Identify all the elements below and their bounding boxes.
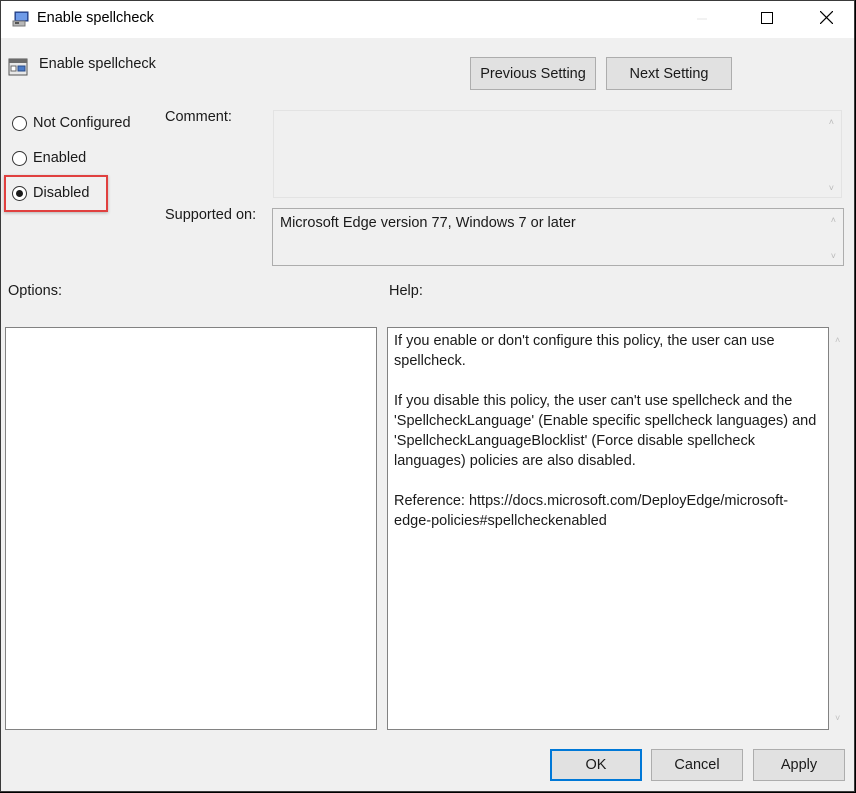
radio-disabled[interactable]: Disabled	[12, 185, 89, 201]
radio-not-configured[interactable]: Not Configured	[12, 115, 131, 131]
radio-label: Disabled	[33, 185, 90, 201]
help-paragraph: Reference: https://docs.microsoft.com/De…	[394, 493, 789, 529]
scroll-up-icon[interactable]: ˄	[831, 215, 836, 225]
policy-dialog-window: Enable spellcheck Enable spellcheck Prev…	[0, 0, 855, 792]
maximize-icon	[761, 11, 773, 28]
help-text: If you enable or don't configure this po…	[394, 331, 822, 551]
radio-button[interactable]	[12, 115, 27, 131]
comment-label: Comment:	[165, 109, 232, 125]
group-policy-computer-icon	[12, 10, 30, 28]
close-button[interactable]	[803, 1, 849, 38]
previous-setting-button[interactable]: Previous Setting	[470, 57, 596, 90]
options-panel	[5, 327, 377, 730]
policy-setting-icon	[8, 57, 28, 77]
help-scroll-up-icon[interactable]: ˄	[835, 335, 840, 345]
ok-button[interactable]: OK	[550, 749, 642, 781]
setting-name: Enable spellcheck	[39, 56, 156, 72]
help-paragraph: If you disable this policy, the user can…	[394, 393, 817, 469]
supported-on-value: Microsoft Edge version 77, Windows 7 or …	[280, 215, 576, 231]
minimize-icon	[697, 12, 707, 28]
window-title: Enable spellcheck	[37, 10, 154, 26]
scroll-down-icon[interactable]: ˅	[831, 251, 836, 261]
close-icon	[819, 10, 833, 28]
supported-on-label: Supported on:	[165, 207, 257, 223]
help-label: Help:	[389, 283, 423, 299]
help-scroll-down-icon[interactable]: ˅	[835, 713, 840, 723]
radio-label: Enabled	[33, 150, 87, 166]
apply-button[interactable]: Apply	[753, 749, 845, 781]
options-label: Options:	[8, 283, 62, 299]
scroll-down-icon[interactable]: ˅	[829, 183, 834, 193]
radio-enabled[interactable]: Enabled	[12, 150, 86, 166]
comment-textarea[interactable]: ˄ ˅	[273, 110, 842, 198]
scroll-up-icon[interactable]: ˄	[829, 117, 834, 127]
title-bar[interactable]: Enable spellcheck	[1, 1, 854, 38]
minimize-button[interactable]	[679, 1, 725, 38]
cancel-button[interactable]: Cancel	[651, 749, 743, 781]
maximize-button[interactable]	[744, 1, 790, 38]
radio-label: Not Configured	[33, 115, 131, 131]
next-setting-button[interactable]: Next Setting	[606, 57, 732, 90]
help-panel[interactable]: If you enable or don't configure this po…	[387, 327, 829, 730]
help-paragraph: If you enable or don't configure this po…	[394, 333, 775, 369]
radio-button-selected[interactable]	[12, 185, 27, 201]
supported-on-field[interactable]: Microsoft Edge version 77, Windows 7 or …	[272, 208, 844, 266]
radio-button[interactable]	[12, 150, 27, 166]
